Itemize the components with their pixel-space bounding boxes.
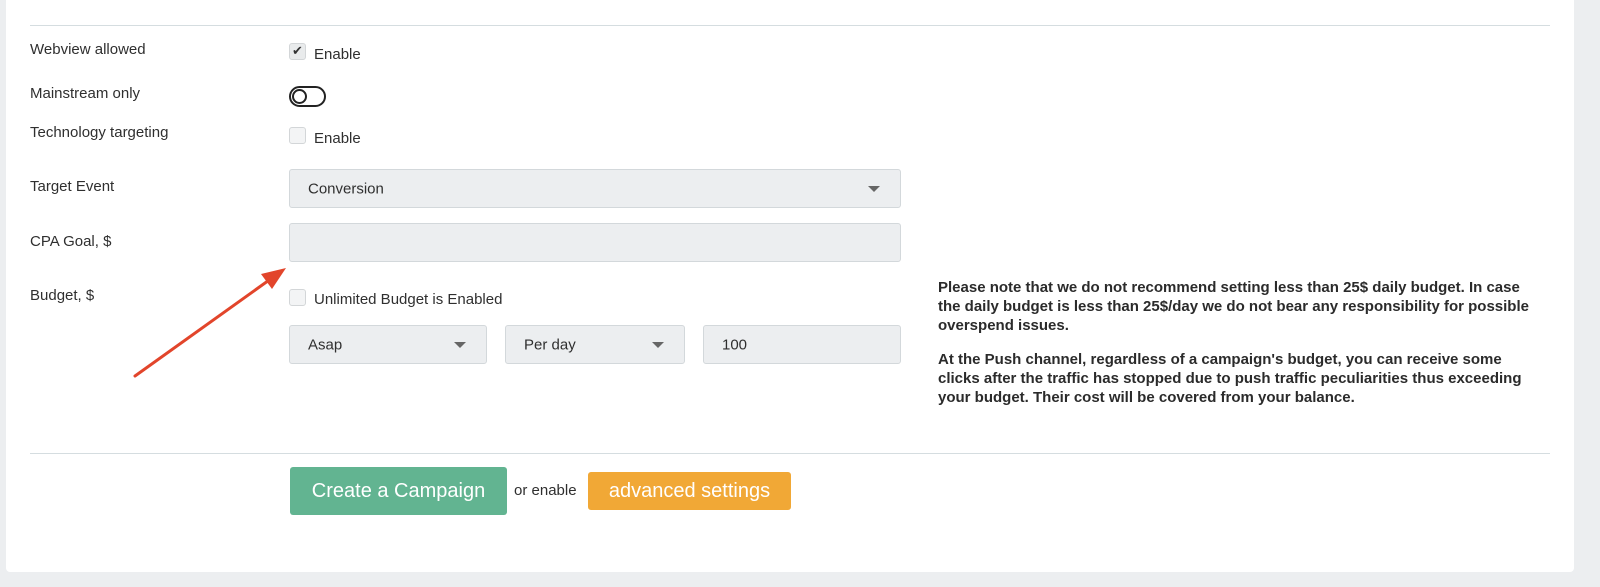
budget-note-1: Please note that we do not recommend set… (938, 279, 1529, 334)
unlimited-budget-checkbox[interactable] (289, 289, 306, 306)
target-event-label: Target Event (30, 178, 115, 195)
bottom-divider (30, 453, 1550, 454)
chevron-down-icon (652, 341, 664, 348)
budget-label: Budget, $ (30, 287, 95, 304)
unlimited-budget-label: Unlimited Budget is Enabled (314, 291, 503, 308)
cpa-goal-label: CPA Goal, $ (30, 233, 112, 250)
webview-label: Webview allowed (30, 41, 146, 58)
advanced-settings-button[interactable]: advanced settings (588, 472, 791, 510)
chevron-down-icon (454, 341, 466, 348)
or-enable-text: or enable (514, 482, 577, 499)
toggle-knob (292, 89, 307, 104)
top-divider (30, 25, 1550, 26)
technology-enable-label: Enable (314, 130, 361, 147)
checkmark-icon: ✔ (292, 43, 303, 58)
webview-checkbox[interactable]: ✔ (289, 43, 306, 60)
budget-amount-input[interactable]: 100 (703, 325, 901, 364)
webview-enable-label: Enable (314, 46, 361, 63)
mainstream-toggle[interactable] (289, 86, 326, 107)
budget-period-select[interactable]: Per day (505, 325, 685, 364)
target-event-value: Conversion (308, 180, 384, 197)
cpa-goal-input[interactable] (289, 223, 901, 262)
chevron-down-icon (868, 185, 880, 192)
budget-pacing-value: Asap (308, 336, 343, 353)
mainstream-label: Mainstream only (30, 85, 141, 102)
technology-label: Technology targeting (30, 124, 169, 141)
budget-note-2: At the Push channel, regardless of a cam… (938, 351, 1522, 406)
target-event-select[interactable]: Conversion (289, 169, 901, 208)
budget-amount-value: 100 (722, 336, 748, 353)
budget-pacing-select[interactable]: Asap (289, 325, 487, 364)
technology-checkbox[interactable] (289, 127, 306, 144)
create-campaign-button[interactable]: Create a Campaign (290, 467, 507, 515)
budget-period-value: Per day (524, 336, 576, 353)
